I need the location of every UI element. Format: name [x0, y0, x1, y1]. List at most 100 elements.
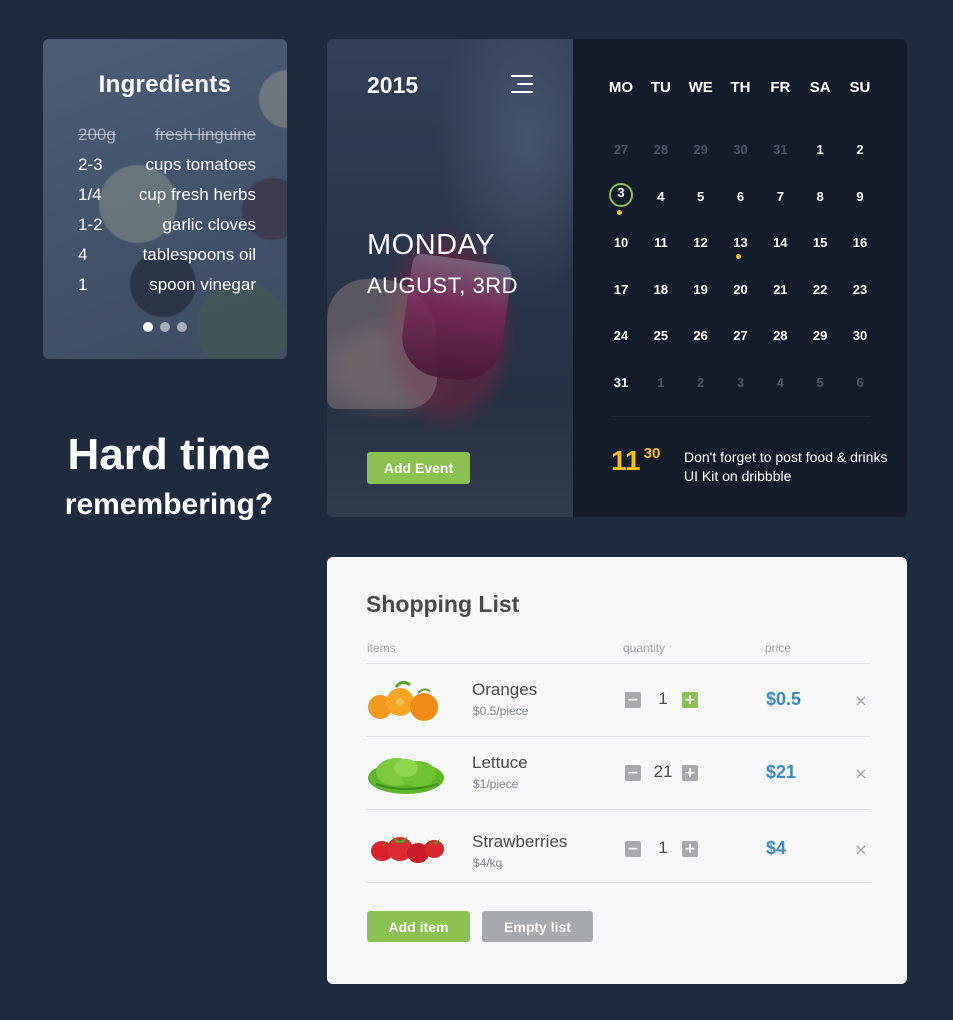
add-event-button[interactable]: Add Event [367, 452, 470, 484]
calendar-day[interactable]: 25 [643, 323, 679, 349]
calendar-day-today[interactable]: 3 [603, 182, 639, 215]
calendar-day[interactable]: 27 [603, 137, 639, 163]
calendar-day[interactable]: 4 [762, 370, 798, 396]
item-unit-price: $4/kg [473, 856, 503, 870]
calendar-day[interactable]: 17 [603, 277, 639, 303]
reminder-time: 11 30 [611, 445, 660, 475]
calendar-week-row: 31 1 2 3 4 5 6 [603, 370, 878, 417]
add-item-button[interactable]: Add item [367, 911, 470, 942]
selected-day-name: MONDAY [367, 229, 496, 261]
menu-icon[interactable] [511, 75, 533, 93]
calendar-day[interactable]: 31 [603, 370, 639, 396]
item-name: Oranges [472, 680, 538, 699]
shopping-list-card: Shopping List items quantity price Orang… [327, 557, 907, 984]
pagination-dot-1[interactable] [143, 322, 153, 332]
ingredient-row[interactable]: 4 tablespoons oil [78, 245, 256, 275]
decrease-quantity-button[interactable]: − [625, 765, 641, 781]
calendar-week-row: 10 11 12 13 14 15 16 [603, 230, 878, 277]
item-name: Lettuce [472, 753, 528, 772]
calendar-day[interactable]: 24 [603, 323, 639, 349]
strawberries-image [371, 837, 444, 863]
weekday-label: TU [650, 79, 671, 96]
ingredient-row[interactable]: 1-2 garlic cloves [78, 215, 256, 245]
calendar-week-row: 3456789 [603, 182, 878, 231]
divider [611, 416, 871, 417]
ingredient-row[interactable]: 2-3 cups tomatoes [78, 155, 256, 185]
calendar-day[interactable]: 5 [802, 370, 838, 396]
calendar-day[interactable]: 28 [762, 323, 798, 349]
calendar-day[interactable]: 29 [802, 323, 838, 349]
calendar-day[interactable]: 26 [683, 323, 719, 349]
calendar-week-row: 17 18 19 20 21 22 23 [603, 277, 878, 324]
calendar-day[interactable]: 31 [762, 137, 798, 163]
calendar-day[interactable]: 29 [683, 137, 719, 163]
item-unit-price: $1/piece [473, 777, 519, 791]
empty-list-button[interactable]: Empty list [482, 911, 593, 942]
weekday-header: MO TU WE TH FR SA SU [603, 79, 878, 96]
pagination-dot-3[interactable] [177, 322, 187, 332]
table-row: Lettuce $1/piece − 21 + $21 × [366, 737, 870, 809]
calendar-day[interactable]: 30 [842, 323, 878, 349]
weekday-label: MO [608, 79, 634, 96]
calendar-day[interactable]: 10 [603, 230, 639, 256]
increase-quantity-button[interactable]: + [682, 841, 698, 857]
calendar-day[interactable]: 14 [762, 230, 798, 256]
calendar-day[interactable]: 5 [683, 184, 719, 210]
ingredient-qty: 1/4 [78, 185, 102, 204]
calendar-day[interactable]: 8 [802, 184, 838, 210]
ingredients-card: Ingredients 200g fresh linguine 2-3 cups… [43, 39, 287, 359]
divider [366, 882, 870, 883]
quantity-value: 1 [658, 689, 668, 708]
lettuce-image [368, 758, 444, 794]
remove-item-button[interactable]: × [854, 842, 868, 858]
quantity-value: 21 [653, 762, 673, 781]
column-header-items: items [367, 641, 396, 655]
calendar-day[interactable]: 16 [842, 230, 878, 256]
weekday-label: WE [688, 79, 713, 96]
ingredient-row[interactable]: 1/4 cup fresh herbs [78, 185, 256, 215]
calendar-day[interactable]: 11 [643, 230, 679, 256]
ingredient-name: tablespoons oil [142, 245, 256, 264]
calendar-day[interactable]: 22 [802, 277, 838, 303]
increase-quantity-button[interactable]: + [682, 692, 698, 708]
calendar-day[interactable]: 9 [842, 184, 878, 210]
calendar-day[interactable]: 20 [722, 277, 758, 303]
shopping-list-title: Shopping List [366, 591, 520, 617]
ingredient-name: cup fresh herbs [138, 185, 256, 204]
calendar-day[interactable]: 2 [683, 370, 719, 396]
oranges-image [368, 680, 438, 721]
calendar-day[interactable]: 15 [802, 230, 838, 256]
ingredient-row[interactable]: 1 spoon vinegar [78, 275, 256, 305]
hero-title: Hard time [67, 430, 271, 479]
selected-date: AUGUST, 3RD [367, 273, 518, 298]
calendar-day[interactable]: 19 [683, 277, 719, 303]
column-header-price: price [765, 641, 792, 655]
calendar-day[interactable]: 4 [643, 184, 679, 210]
remove-item-button[interactable]: × [854, 693, 868, 709]
calendar-day[interactable]: 7 [762, 184, 798, 210]
remove-item-button[interactable]: × [854, 766, 868, 782]
ingredient-qty: 2-3 [78, 155, 103, 174]
calendar-day[interactable]: 12 [683, 230, 719, 256]
calendar-day[interactable]: 18 [643, 277, 679, 303]
calendar-day[interactable]: 2 [842, 137, 878, 163]
ingredient-qty: 1-2 [78, 215, 103, 234]
calendar-day[interactable]: 1 [802, 137, 838, 163]
calendar-day[interactable]: 1 [643, 370, 679, 396]
pagination-dot-2[interactable] [160, 322, 170, 332]
calendar-week-row: 24 25 26 27 28 29 30 [603, 323, 878, 370]
decrease-quantity-button[interactable]: − [625, 692, 641, 708]
calendar-day[interactable]: 21 [762, 277, 798, 303]
calendar-day[interactable]: 23 [842, 277, 878, 303]
calendar-day[interactable]: 6 [842, 370, 878, 396]
calendar-grid: 27 28 29 30 31 1 2 3 4 5 6 7 8 9 10 11 12 13 14 15 16 17 18 19 2… [603, 137, 878, 416]
decrease-quantity-button[interactable]: − [625, 841, 641, 857]
calendar-day[interactable]: 30 [722, 137, 758, 163]
calendar-day[interactable]: 3 [722, 370, 758, 396]
calendar-day[interactable]: 27 [722, 323, 758, 349]
calendar-day[interactable]: 13 [722, 230, 758, 259]
increase-quantity-button[interactable]: + [682, 765, 698, 781]
calendar-day[interactable]: 28 [643, 137, 679, 163]
ingredient-row[interactable]: 200g fresh linguine [78, 125, 256, 155]
calendar-day[interactable]: 6 [722, 184, 758, 210]
